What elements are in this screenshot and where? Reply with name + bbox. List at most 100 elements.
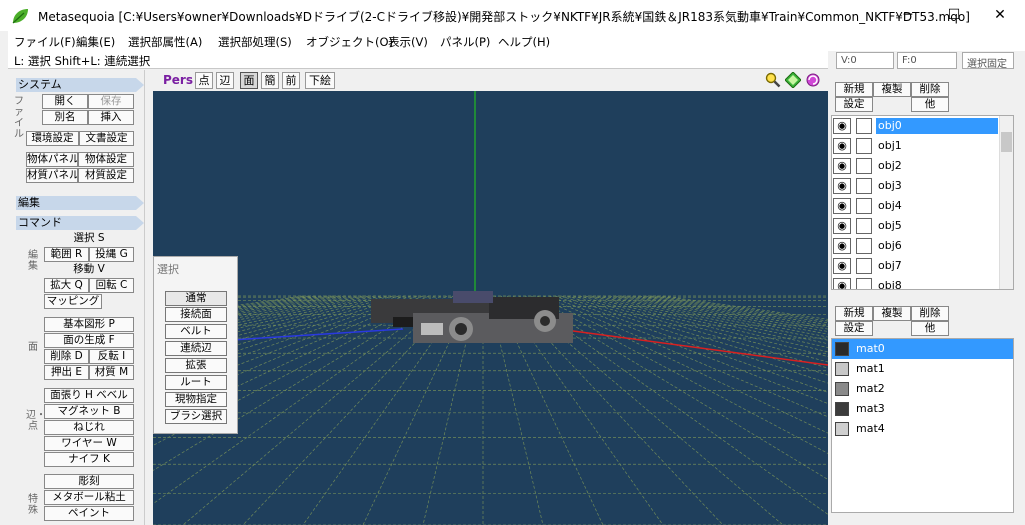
3d-viewport[interactable]: [153, 91, 828, 525]
visibility-eye-icon[interactable]: ◉: [833, 198, 851, 214]
object-row[interactable]: ◉ obj2: [832, 156, 1000, 176]
paint-tool-button[interactable]: ペイント: [44, 506, 134, 521]
rotate-view-icon[interactable]: [805, 72, 821, 88]
command-header[interactable]: コマンド: [16, 216, 144, 230]
object-panel-button[interactable]: 物体パネル: [26, 152, 78, 167]
lasso-select-button[interactable]: 投縄 G: [89, 247, 134, 262]
underlay-button[interactable]: 下絵: [305, 72, 335, 89]
open-button[interactable]: 開く: [42, 94, 88, 109]
object-scroll-thumb[interactable]: [1001, 132, 1012, 152]
select-brush-button[interactable]: ブラシ選択: [165, 409, 227, 424]
mapping-tool-button[interactable]: マッピング: [44, 294, 102, 309]
visibility-eye-icon[interactable]: ◉: [833, 218, 851, 234]
invert-tool-button[interactable]: 反転 I: [89, 349, 134, 364]
visibility-eye-icon[interactable]: ◉: [833, 258, 851, 274]
front-mode-button[interactable]: 前: [282, 72, 300, 89]
material-row[interactable]: mat3: [832, 399, 1013, 419]
system-header[interactable]: システム: [16, 78, 144, 92]
minimize-button[interactable]: ─: [885, 0, 931, 31]
material-delete-button[interactable]: 削除: [911, 306, 949, 321]
lock-toggle[interactable]: [856, 118, 872, 134]
menu-edit[interactable]: 編集(E): [76, 34, 115, 50]
magnet-tool-button[interactable]: マグネット B: [44, 404, 134, 419]
object-row[interactable]: ◉ obj0: [832, 116, 1000, 136]
visibility-eye-icon[interactable]: ◉: [833, 178, 851, 194]
menu-object[interactable]: オブジェクト(O): [306, 34, 393, 50]
material-settings-button[interactable]: 設定: [835, 321, 873, 336]
material-row[interactable]: mat2: [832, 379, 1013, 399]
extrude-tool-button[interactable]: 押出 E: [44, 365, 89, 380]
material-panel-button[interactable]: 材質パネル: [26, 168, 78, 183]
sculpt-tool-button[interactable]: 彫刻: [44, 474, 134, 489]
object-row[interactable]: ◉ obj7: [832, 256, 1000, 276]
lock-toggle[interactable]: [856, 238, 872, 254]
menu-panel[interactable]: パネル(P): [440, 34, 490, 50]
select-by-object-button[interactable]: 現物指定: [165, 392, 227, 407]
wire-tool-button[interactable]: ワイヤー W: [44, 436, 134, 451]
knife-tool-button[interactable]: ナイフ K: [44, 452, 134, 467]
metaball-tool-button[interactable]: メタボール粘土: [44, 490, 134, 505]
select-connected-face-button[interactable]: 接続面: [165, 307, 227, 322]
lock-toggle[interactable]: [856, 278, 872, 289]
object-row[interactable]: ◉ obj8: [832, 276, 1000, 289]
lock-toggle[interactable]: [856, 158, 872, 174]
select-expand-button[interactable]: 拡張: [165, 358, 227, 373]
save-as-button[interactable]: 別名: [42, 110, 88, 125]
lock-toggle[interactable]: [856, 178, 872, 194]
menu-selection-process[interactable]: 選択部処理(S): [218, 34, 292, 50]
object-row[interactable]: ◉ obj1: [832, 136, 1000, 156]
object-copy-button[interactable]: 複製: [873, 82, 911, 97]
object-row[interactable]: ◉ obj4: [832, 196, 1000, 216]
projection-mode-label[interactable]: Pers: [163, 73, 193, 87]
pan-icon[interactable]: [785, 72, 801, 88]
visibility-eye-icon[interactable]: ◉: [833, 158, 851, 174]
select-tool-button[interactable]: 選択 S: [44, 232, 134, 247]
object-settings-button[interactable]: 物体設定: [78, 152, 134, 167]
object-new-button[interactable]: 新規: [835, 82, 873, 97]
primitive-button[interactable]: 基本図形 P: [44, 317, 134, 332]
object-settings-button[interactable]: 設定: [835, 97, 873, 112]
material-row[interactable]: mat0: [832, 339, 1013, 359]
menu-view[interactable]: 表示(V): [388, 34, 428, 50]
menu-selection-attr[interactable]: 選択部属性(A): [128, 34, 202, 50]
delete-tool-button[interactable]: 削除 D: [44, 349, 89, 364]
material-other-button[interactable]: 他: [911, 321, 949, 336]
selection-lock-button[interactable]: 選択固定: [962, 52, 1014, 70]
material-tool-button[interactable]: 材質 M: [89, 365, 134, 380]
range-select-button[interactable]: 範囲 R: [44, 247, 89, 262]
object-row[interactable]: ◉ obj3: [832, 176, 1000, 196]
simple-mode-button[interactable]: 簡: [261, 72, 279, 89]
object-row[interactable]: ◉ obj5: [832, 216, 1000, 236]
stretch-bevel-button[interactable]: 面張り H ベベル: [44, 388, 134, 403]
edit-header[interactable]: 編集: [16, 196, 144, 210]
lock-toggle[interactable]: [856, 258, 872, 274]
viewport-canvas[interactable]: [153, 91, 828, 525]
menu-help[interactable]: ヘルプ(H): [498, 34, 550, 50]
rotate-tool-button[interactable]: 回転 C: [89, 278, 134, 293]
material-row[interactable]: mat4: [832, 419, 1013, 439]
env-settings-button[interactable]: 環境設定: [26, 131, 79, 146]
doc-settings-button[interactable]: 文書設定: [79, 131, 134, 146]
zoom-icon[interactable]: [765, 72, 781, 88]
maximize-button[interactable]: ☐: [931, 0, 977, 31]
save-button[interactable]: 保存: [88, 94, 134, 109]
edge-mode-button[interactable]: 辺: [216, 72, 234, 89]
face-mode-button[interactable]: 面: [240, 72, 258, 89]
material-new-button[interactable]: 新規: [835, 306, 873, 321]
close-button[interactable]: ✕: [977, 0, 1023, 31]
visibility-eye-icon[interactable]: ◉: [833, 118, 851, 134]
select-normal-button[interactable]: 通常: [165, 291, 227, 306]
move-tool-button[interactable]: 移動 V: [44, 263, 134, 278]
twist-tool-button[interactable]: ねじれ: [44, 420, 134, 435]
material-row[interactable]: mat1: [832, 359, 1013, 379]
material-copy-button[interactable]: 複製: [873, 306, 911, 321]
object-other-button[interactable]: 他: [911, 97, 949, 112]
object-list-scrollbar[interactable]: [999, 116, 1013, 289]
lock-toggle[interactable]: [856, 138, 872, 154]
select-belt-button[interactable]: ベルト: [165, 324, 227, 339]
visibility-eye-icon[interactable]: ◉: [833, 138, 851, 154]
vertex-mode-button[interactable]: 点: [195, 72, 213, 89]
visibility-eye-icon[interactable]: ◉: [833, 278, 851, 289]
select-route-button[interactable]: ルート: [165, 375, 227, 390]
scale-tool-button[interactable]: 拡大 Q: [44, 278, 89, 293]
